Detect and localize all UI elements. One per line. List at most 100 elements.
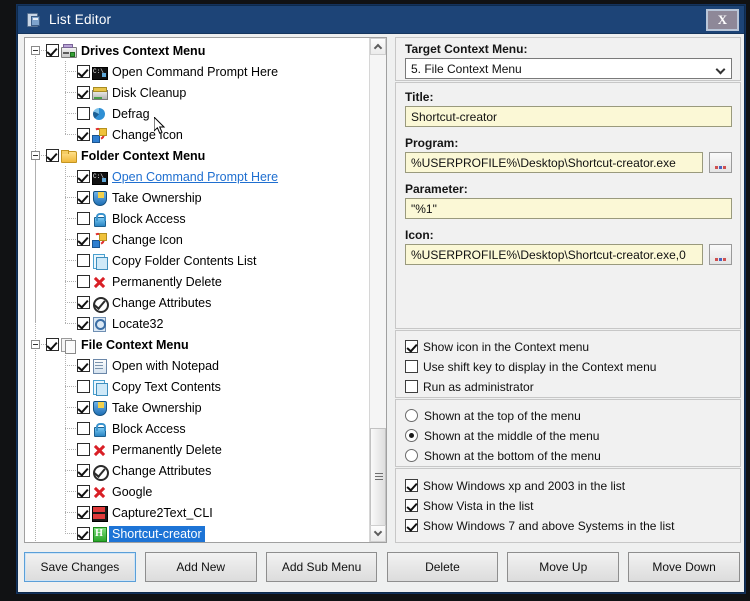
collapse-toggle-icon[interactable] (31, 340, 40, 349)
tree-item-checkbox[interactable] (77, 527, 90, 540)
tree-item-checkbox[interactable] (77, 443, 90, 456)
icon-input[interactable]: %USERPROFILE%\Desktop\Shortcut-creator.e… (405, 244, 703, 265)
tree-item-checkbox[interactable] (77, 65, 90, 78)
delete-button[interactable]: Delete (386, 552, 499, 582)
save-changes-button[interactable]: Save Changes (24, 552, 136, 582)
collapse-toggle-icon[interactable] (31, 46, 40, 55)
display-option[interactable]: Run as administrator (405, 377, 534, 396)
target-context-menu-select[interactable]: 5. File Context Menu (405, 58, 732, 79)
display-option-box[interactable] (405, 340, 418, 353)
tree-item-row[interactable]: Block Access (25, 418, 186, 439)
tree-item-row[interactable]: Change Icon (25, 229, 183, 250)
menu-placement-option[interactable]: Shown at the top of the menu (405, 406, 581, 425)
tree-item-checkbox[interactable] (77, 359, 90, 372)
system-filter-option-box[interactable] (405, 479, 418, 492)
scroll-up-button[interactable] (370, 38, 386, 55)
scroll-down-button[interactable] (370, 525, 386, 542)
program-label: Program: (405, 136, 459, 150)
tree-item-checkbox[interactable] (77, 170, 90, 183)
locate-search-icon (91, 316, 107, 332)
tree-item-checkbox[interactable] (77, 212, 90, 225)
tree-item-row[interactable]: Permanently Delete (25, 271, 222, 292)
collapse-toggle-icon[interactable] (31, 151, 40, 160)
move-down-button[interactable]: Move Down (628, 552, 740, 582)
tree-item-label: Open Command Prompt Here (112, 169, 279, 184)
tree-scrollbar[interactable] (369, 38, 386, 542)
scrollbar-thumb[interactable] (370, 428, 386, 526)
display-option-label: Show icon in the Context menu (423, 339, 590, 354)
tree-item-row[interactable]: Take Ownership (25, 397, 202, 418)
display-option[interactable]: Show icon in the Context menu (405, 337, 589, 356)
tree-item-checkbox[interactable] (77, 275, 90, 288)
parameter-input[interactable]: "%1" (405, 198, 732, 219)
menu-placement-radio[interactable] (405, 429, 418, 442)
tree-item-row[interactable]: Capture2Text_CLI (25, 502, 213, 523)
menu-placement-radio[interactable] (405, 449, 418, 462)
tree-item-row[interactable]: Change Icon (25, 124, 183, 145)
tree-item-row[interactable]: Block Access (25, 208, 186, 229)
tree-item-checkbox[interactable] (77, 296, 90, 309)
tree-item-row[interactable]: Open Command Prompt Here (25, 166, 278, 187)
tree-group-checkbox[interactable] (46, 44, 59, 57)
tree-item-row[interactable]: Shortcut-creator (25, 523, 205, 542)
tree-item-row[interactable]: Take Ownership (25, 187, 202, 208)
display-option[interactable]: Use shift key to display in the Context … (405, 357, 656, 376)
tree-item-checkbox[interactable] (77, 464, 90, 477)
tree-item-checkbox[interactable] (77, 401, 90, 414)
menu-placement-option[interactable]: Shown at the middle of the menu (405, 426, 599, 445)
tree-item-checkbox[interactable] (77, 233, 90, 246)
tree-item-row[interactable]: Google (25, 481, 152, 502)
tree-group-row[interactable]: Drives Context Menu (25, 40, 205, 61)
tree-group-row[interactable]: File Context Menu (25, 334, 189, 355)
tree-item-row[interactable]: Change Attributes (25, 292, 211, 313)
system-filter-option-box[interactable] (405, 519, 418, 532)
system-filter-option[interactable]: Show Vista in the list (405, 496, 534, 515)
tree-group-row[interactable]: Folder Context Menu (25, 145, 205, 166)
tree-item-row[interactable]: Change Attributes (25, 460, 211, 481)
tree-group-checkbox[interactable] (46, 149, 59, 162)
tree-item-checkbox[interactable] (77, 317, 90, 330)
defrag-icon (91, 106, 107, 122)
red-x-icon (91, 484, 107, 500)
tree-group-checkbox[interactable] (46, 338, 59, 351)
tree-item-checkbox[interactable] (77, 86, 90, 99)
tree-item-checkbox[interactable] (77, 506, 90, 519)
tree-item-row[interactable]: Copy Folder Contents List (25, 250, 257, 271)
tree-item-row[interactable]: Copy Text Contents (25, 376, 221, 397)
context-menu-tree[interactable]: Drives Context Menu Open Command Prompt H… (24, 37, 387, 543)
tree-item-label: Change Icon (112, 127, 183, 142)
tree-item-checkbox[interactable] (77, 107, 90, 120)
command-prompt-icon (91, 169, 108, 185)
tree-item-row[interactable]: Permanently Delete (25, 439, 222, 460)
system-filter-option-box[interactable] (405, 499, 418, 512)
tree-item-checkbox[interactable] (77, 380, 90, 393)
system-filter-option[interactable]: Show Windows 7 and above Systems in the … (405, 516, 674, 535)
tree-item-checkbox[interactable] (77, 128, 90, 141)
tree-item-checkbox[interactable] (77, 191, 90, 204)
add-sub-menu-button[interactable]: Add Sub Menu (265, 552, 378, 582)
program-input[interactable]: %USERPROFILE%\Desktop\Shortcut-creator.e… (405, 152, 703, 173)
display-option-box[interactable] (405, 360, 418, 373)
title-input[interactable]: Shortcut-creator (405, 106, 732, 127)
tree-item-row[interactable]: Open Command Prompt Here (25, 61, 278, 82)
tree-item-row[interactable]: Defrag (25, 103, 150, 124)
tree-item-row[interactable]: Locate32 (25, 313, 163, 334)
close-button[interactable]: X (706, 9, 739, 31)
icon-browse-button[interactable] (709, 244, 732, 265)
program-browse-button[interactable] (709, 152, 732, 173)
tree-item-checkbox[interactable] (77, 485, 90, 498)
tree-item-checkbox[interactable] (77, 254, 90, 267)
tree-item-label: Open Command Prompt Here (112, 64, 279, 79)
system-filter-option[interactable]: Show Windows xp and 2003 in the list (405, 476, 625, 495)
display-option-box[interactable] (405, 380, 418, 393)
menu-placement-radio[interactable] (405, 409, 418, 422)
move-up-button[interactable]: Move Up (507, 552, 620, 582)
add-new-button[interactable]: Add New (144, 552, 257, 582)
tree-item-checkbox[interactable] (77, 422, 90, 435)
menu-placement-option[interactable]: Shown at the bottom of the menu (405, 446, 601, 465)
tree-item-row[interactable]: Open with Notepad (25, 355, 219, 376)
tree-item-row[interactable]: Disk Cleanup (25, 82, 186, 103)
tree-item-label: Defrag (112, 106, 150, 121)
tree-item-label: Take Ownership (112, 190, 202, 205)
chevron-down-icon (715, 64, 726, 75)
